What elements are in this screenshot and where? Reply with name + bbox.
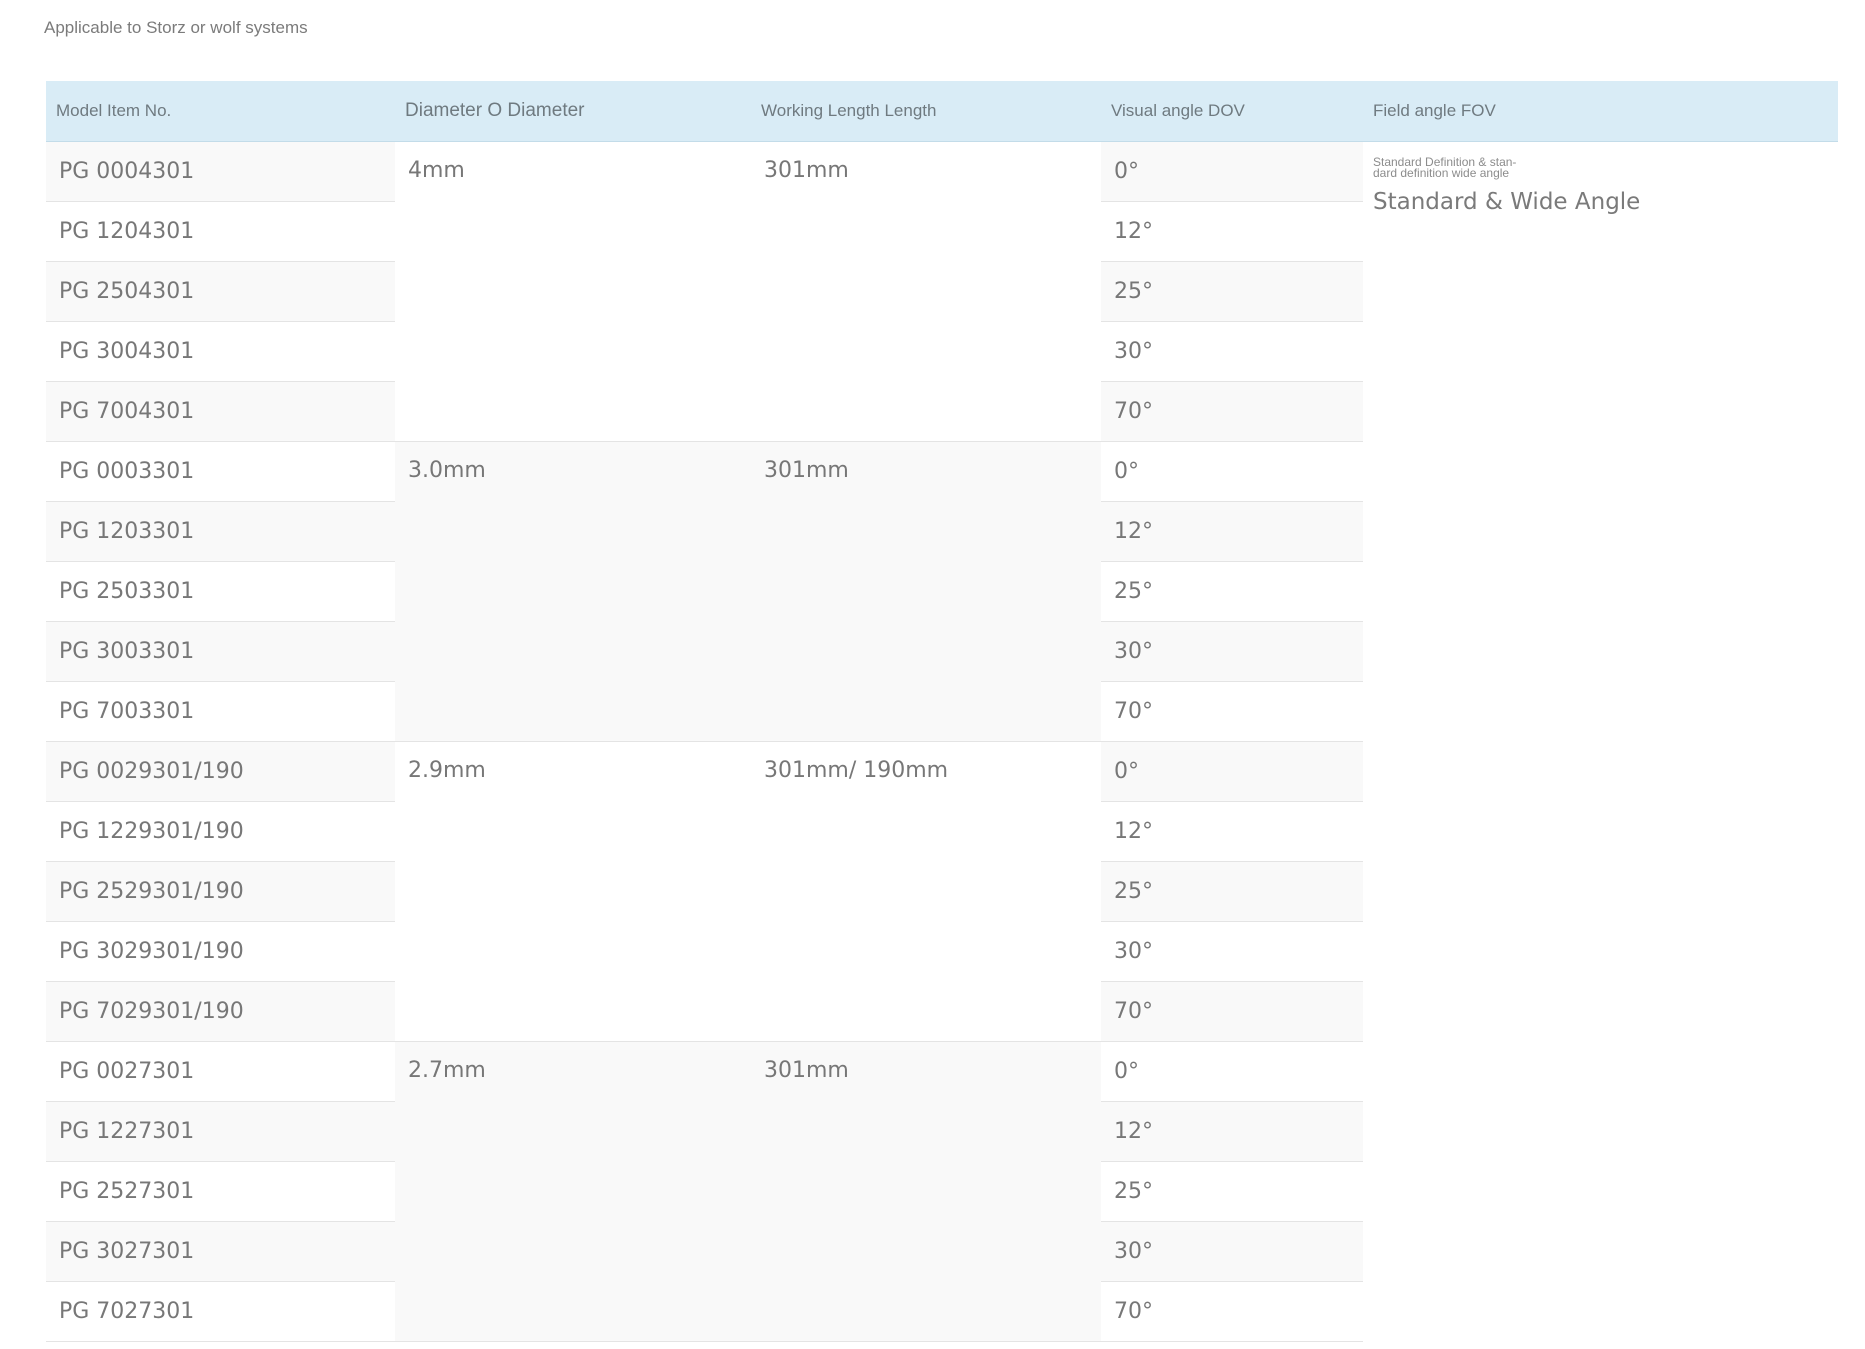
dov-cell: 0° [1101, 141, 1363, 202]
dov-cell: 25° [1101, 261, 1363, 322]
model-cell: PG 0029301/190 [46, 741, 395, 802]
table-row: PG 0004301 4mm 301mm 0° Standard Definition … [46, 141, 1838, 1342]
header-fov: Field angle FOV [1363, 81, 1838, 142]
dov-cell: 25° [1101, 1161, 1363, 1222]
dov-cell: 30° [1101, 1221, 1363, 1282]
model-cell: PG 0003301 [46, 441, 395, 502]
length-cell: 301mm [751, 1041, 1101, 1342]
spec-body: PG 0004301 4mm 301mm 0° Standard Definition … [46, 141, 1838, 1342]
model-cell: PG 7029301/190 [46, 981, 395, 1042]
model-cell: PG 2503301 [46, 561, 395, 622]
diameter-cell: 2.9mm [395, 741, 751, 1042]
fov-value: Standard & Wide Angle [1373, 189, 1641, 215]
header-row: Model Item No. Diameter O Diameter Worki… [46, 81, 1838, 142]
model-cell: PG 0027301 [46, 1041, 395, 1102]
model-cell: PG 1227301 [46, 1101, 395, 1162]
dov-cell: 12° [1101, 201, 1363, 262]
model-cell: PG 0004301 [46, 141, 395, 202]
header-dov: Visual angle DOV [1101, 81, 1363, 142]
model-cell: PG 7003301 [46, 681, 395, 742]
dov-cell: 25° [1101, 561, 1363, 622]
length-cell: 301mm [751, 441, 1101, 742]
dov-cell: 0° [1101, 1041, 1363, 1102]
model-cell: PG 2504301 [46, 261, 395, 322]
dov-cell: 0° [1101, 441, 1363, 502]
model-cell: PG 3027301 [46, 1221, 395, 1282]
model-cell: PG 7027301 [46, 1281, 395, 1342]
model-cell: PG 3004301 [46, 321, 395, 382]
dov-cell: 25° [1101, 861, 1363, 922]
diameter-cell: 4mm [395, 141, 751, 442]
fov-note: Standard Definition & stan-dard definiti… [1373, 155, 1517, 180]
model-cell: PG 2529301/190 [46, 861, 395, 922]
fov-cell: Standard Definition & stan-dard definiti… [1363, 141, 1838, 1342]
dov-cell: 12° [1101, 801, 1363, 862]
length-cell: 301mm/ 190mm [751, 741, 1101, 1042]
diameter-cell: 3.0mm [395, 441, 751, 742]
dov-cell: 70° [1101, 981, 1363, 1042]
dov-cell: 30° [1101, 921, 1363, 982]
model-cell: PG 1203301 [46, 501, 395, 562]
dov-cell: 12° [1101, 501, 1363, 562]
dov-cell: 30° [1101, 621, 1363, 682]
spec-table: Model Item No. Diameter O Diameter Worki… [46, 81, 1838, 1342]
header-length: Working Length Length [751, 81, 1101, 142]
dov-cell: 12° [1101, 1101, 1363, 1162]
model-cell: PG 3029301/190 [46, 921, 395, 982]
intro-text: Applicable to Storz or wolf systems [44, 18, 308, 37]
model-cell: PG 1229301/190 [46, 801, 395, 862]
dov-cell: 70° [1101, 1281, 1363, 1342]
model-cell: PG 1204301 [46, 201, 395, 262]
model-cell: PG 7004301 [46, 381, 395, 442]
model-cell: PG 3003301 [46, 621, 395, 682]
diameter-cell: 2.7mm [395, 1041, 751, 1342]
header-model: Model Item No. [46, 81, 395, 142]
model-cell: PG 2527301 [46, 1161, 395, 1222]
dov-cell: 30° [1101, 321, 1363, 382]
length-cell: 301mm [751, 141, 1101, 442]
dov-cell: 70° [1101, 681, 1363, 742]
header-diameter: Diameter O Diameter [395, 81, 751, 142]
dov-cell: 70° [1101, 381, 1363, 442]
dov-cell: 0° [1101, 741, 1363, 802]
